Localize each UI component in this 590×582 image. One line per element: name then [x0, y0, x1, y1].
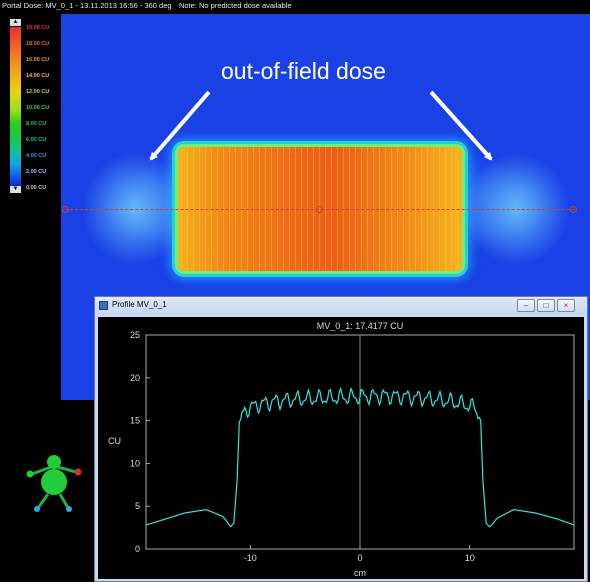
color-gradient	[10, 27, 21, 187]
y-tick-label: 10	[130, 458, 140, 468]
scale-label: 18.00 CU	[26, 41, 50, 47]
y-tick-label: 15	[130, 416, 140, 426]
y-tick-label: 0	[135, 544, 140, 554]
title-bar[interactable]: Profile MV_0_1 – □ ×	[95, 297, 587, 315]
scale-label: 8.00 CU	[26, 121, 47, 127]
maximize-button[interactable]: □	[537, 299, 555, 312]
scale-label: 4.00 CU	[26, 153, 47, 159]
arrow-right	[429, 90, 493, 161]
x-tick-label: 10	[465, 553, 475, 563]
status-bar: Portal Dose: MV_0_1 - 13.11.2013 16:56 -…	[0, 0, 590, 12]
y-tick-label: 20	[130, 373, 140, 383]
x-tick-label: 0	[357, 553, 362, 563]
minimize-button[interactable]: –	[517, 299, 535, 312]
scale-label: 14.00 CU	[26, 73, 50, 79]
scale-label: 6.00 CU	[26, 137, 47, 143]
scale-label: 12.00 CU	[26, 89, 50, 95]
color-scale: ▲ ▼ 19.58 CU 18.00 CU 16.00 CU 14.00 CU 12.0…	[8, 18, 60, 194]
close-button[interactable]: ×	[557, 299, 575, 312]
y-tick-label: 5	[135, 501, 140, 511]
profile-plot[interactable]: 0 5 10 15 20 25 -10 0 10 cm CU MV_0_1: 17.4177 CU	[98, 317, 584, 579]
scale-label: 0.00 CU	[26, 185, 47, 191]
scale-label: 2.00 CU	[26, 169, 47, 175]
scale-label: 16.00 CU	[26, 57, 50, 63]
scale-label: 10.00 CU	[26, 105, 50, 111]
profile-window[interactable]: Profile MV_0_1 – □ × 0 5 10 15 20 25 -10 0 10 cm C…	[94, 296, 588, 582]
arrow-left	[149, 90, 211, 161]
scale-label: 19.58 CU	[26, 25, 50, 31]
scale-up-button[interactable]: ▲	[10, 19, 21, 26]
x-tick-label: -10	[244, 553, 257, 563]
window-icon	[99, 301, 108, 310]
plot-title: MV_0_1: 17.4177 CU	[317, 321, 404, 331]
y-tick-label: 25	[130, 330, 140, 340]
scale-down-button[interactable]: ▼	[10, 186, 21, 193]
x-axis-label: cm	[354, 568, 366, 578]
profile-chart: 0 5 10 15 20 25 -10 0 10 cm CU MV_0_1: 17.4177 CU	[108, 321, 575, 578]
status-note: Note: No predicted dose available	[179, 1, 292, 10]
window-title: Profile MV_0_1	[112, 300, 167, 309]
y-axis-label: CU	[108, 436, 121, 446]
patient-orientation-icon	[26, 455, 82, 512]
status-dose-info: Portal Dose: MV_0_1 - 13.11.2013 16:56 -…	[2, 1, 172, 10]
